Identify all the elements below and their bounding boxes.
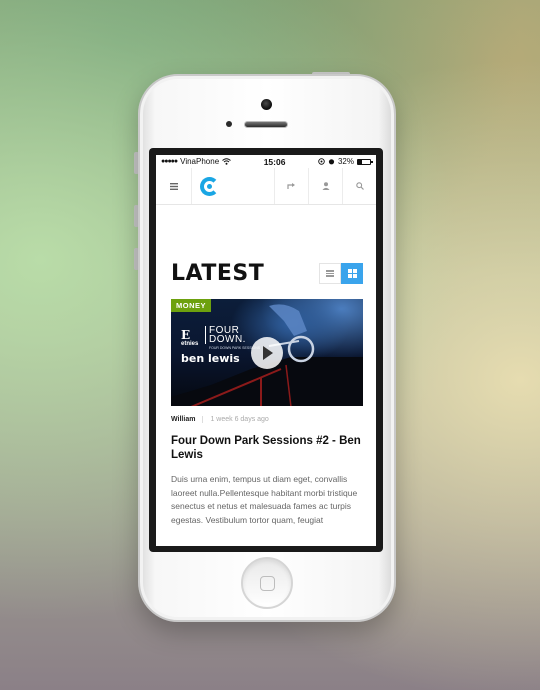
brand-text: etnies [181,341,199,347]
logo-link[interactable] [192,168,274,204]
main-content: LATEST MONEY E etnies FOUR DOWN. FOUR DO… [156,261,376,527]
section-header: LATEST [171,261,363,286]
battery-percent: 32% [337,157,354,166]
menu-icon [169,182,178,190]
post-thumbnail[interactable]: MONEY E etnies FOUR DOWN. FOUR DOWN PARK… [171,299,363,406]
carrier-name: VinaPhone [180,157,220,166]
battery-icon [357,158,373,165]
etnies-e-icon: E [181,328,191,342]
rider-name: ben lewis [181,352,240,365]
grid-icon [347,269,357,278]
play-icon[interactable] [251,337,283,369]
share-icon [287,183,295,189]
earpiece-speaker [244,121,288,128]
brand-logo-icon [200,176,219,196]
post-excerpt: Duis urna enim, tempus ut diam eget, con… [171,474,358,525]
front-camera [261,99,272,110]
alarm-icon [328,159,335,165]
wifi-icon [222,158,231,165]
user-button[interactable] [308,168,342,204]
grid-view-button[interactable] [341,263,363,284]
phone-screen: ●●●●● VinaPhone 15:06 32% LATEST MONEY E… [156,155,376,546]
post-date: 1 week 6 days ago [210,416,269,423]
search-icon [355,182,364,190]
proximity-sensor [226,121,232,127]
user-icon [322,182,329,190]
signal-strength: ●●●●● [161,158,178,165]
post-meta: William 1 week 6 days ago [171,416,363,423]
search-button[interactable] [342,168,376,204]
view-toggle [319,263,363,284]
menu-button[interactable] [156,168,192,204]
four-down-title: FOUR DOWN. [205,326,246,345]
category-badge[interactable]: MONEY [171,299,212,312]
home-button[interactable] [241,557,293,609]
home-square-icon [260,576,275,591]
list-view-button[interactable] [319,263,341,284]
section-title: LATEST [171,261,265,286]
post-title[interactable]: Four Down Park Sessions #2 - Ben Lewis [171,434,363,462]
clock: 15:06 [263,156,286,167]
list-icon [326,270,334,277]
post-author[interactable]: William [171,416,204,423]
location-icon [318,158,325,165]
status-bar: ●●●●● VinaPhone 15:06 32% [156,155,376,168]
etnies-logo: E etnies [181,329,198,347]
down-text: DOWN. [209,334,246,345]
app-header [156,168,376,205]
share-button[interactable] [274,168,308,204]
